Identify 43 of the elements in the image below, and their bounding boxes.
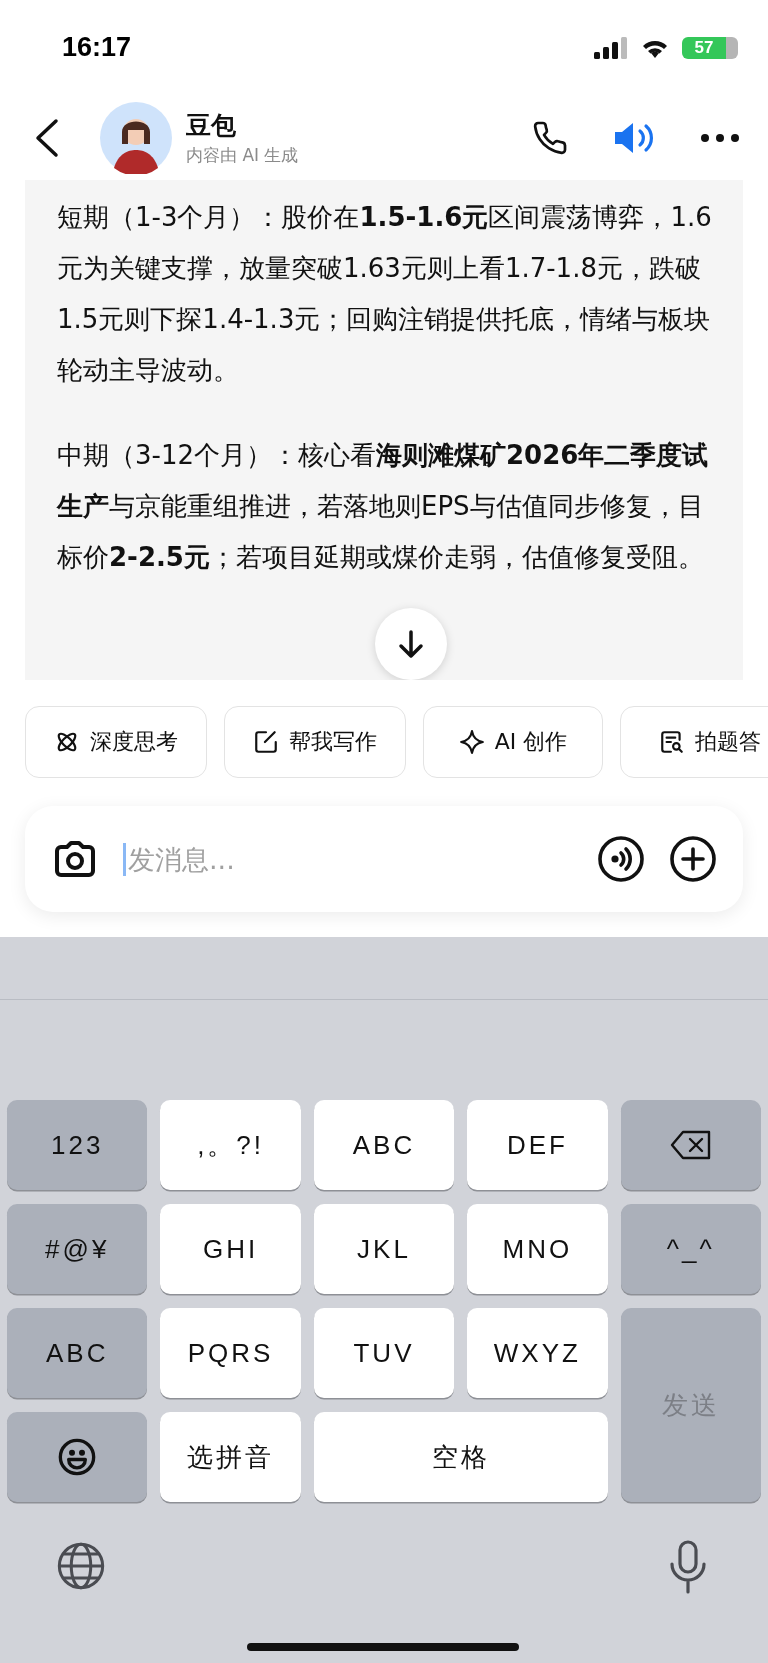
document-search-icon	[659, 729, 685, 755]
more-icon[interactable]	[700, 132, 740, 143]
signal-icon	[594, 36, 628, 59]
keyboard-key[interactable]: MNO	[467, 1204, 608, 1294]
back-icon[interactable]	[34, 117, 60, 158]
keyboard-key[interactable]: GHI	[160, 1204, 301, 1294]
keyboard-key[interactable]: ^_^	[620, 1204, 761, 1294]
keyboard-key[interactable]: ABC	[313, 1100, 455, 1190]
arrow-down-icon	[397, 629, 425, 659]
emoji-key[interactable]	[7, 1412, 148, 1502]
sparkle-icon	[458, 729, 485, 755]
keyboard-key[interactable]: 选拼音	[160, 1412, 301, 1502]
chat-subtitle: 内容由 AI 生成	[186, 143, 300, 167]
keyboard-key[interactable]: 123	[7, 1100, 148, 1190]
emoji-icon	[57, 1437, 98, 1477]
chat-title: 豆包	[186, 109, 237, 142]
microphone-icon[interactable]	[668, 1540, 708, 1596]
suggestion-chip[interactable]: 帮我写作	[224, 706, 406, 778]
keyboard-key[interactable]: ABC	[7, 1308, 148, 1398]
keyboard-key[interactable]: ,。?!	[160, 1100, 301, 1190]
message-input[interactable]: 发消息...	[123, 842, 573, 876]
suggestion-chip[interactable]: 拍题答	[620, 706, 768, 778]
suggestion-chip[interactable]: AI 创作	[423, 706, 603, 778]
suggestion-chip[interactable]: 深度思考	[25, 706, 207, 778]
keyboard-key[interactable]: JKL	[313, 1204, 455, 1294]
backspace-icon	[668, 1129, 713, 1161]
message-paragraph: 中期（3-12个月）：核心看海则滩煤矿2026年二季度试生产与京能重组推进，若落地则EPS与估值同步修复，目标价2-2.5元；若项目延期或煤价走弱，估值修复受阻。	[57, 439, 710, 574]
space-key[interactable]: 空格	[313, 1412, 608, 1502]
status-time: 16:17	[62, 32, 132, 63]
voice-icon[interactable]	[597, 835, 645, 883]
keyboard-key[interactable]: TUV	[313, 1308, 455, 1398]
battery-indicator: 57	[682, 36, 738, 59]
scroll-down-button[interactable]	[375, 608, 447, 680]
phone-icon[interactable]	[532, 119, 568, 156]
globe-icon[interactable]	[55, 1540, 107, 1592]
edit-icon	[253, 729, 279, 755]
keyboard-key[interactable]: PQRS	[160, 1308, 301, 1398]
keyboard-key[interactable]: #@¥	[7, 1204, 148, 1294]
keyboard-key[interactable]: DEF	[467, 1100, 608, 1190]
add-icon[interactable]	[669, 835, 717, 883]
backspace-key[interactable]	[620, 1100, 761, 1190]
keyboard-key[interactable]: WXYZ	[467, 1308, 608, 1398]
message-paragraph: 短期（1-3个月）：股价在1.5-1.6元区间震荡博弈，1.6元为关键支撑，放量突破1.63元则上看1.7-1.8元，跌破1.5元则下探1.4-1.3元；回购注销提供托底，情绪与板块轮动主导波动。	[57, 201, 713, 387]
